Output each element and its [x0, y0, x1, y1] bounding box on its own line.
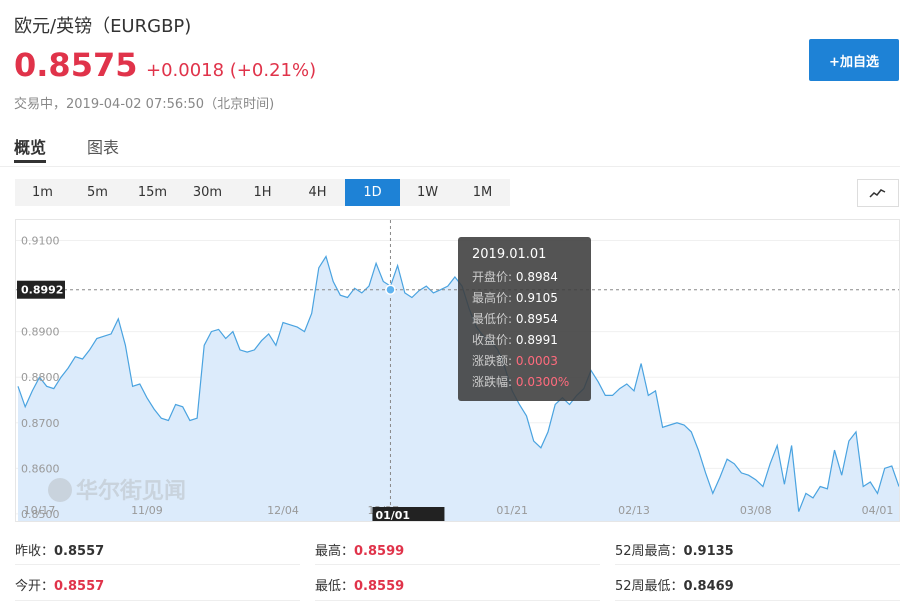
trading-status: 交易中，2019-04-02 07:56:50（北京时间): [14, 97, 275, 112]
tooltip-close-label: 收盘价:: [472, 333, 513, 347]
period-1h[interactable]: 1H: [235, 179, 290, 206]
stat-52wk-high: 52周最高：0.9135: [615, 540, 734, 559]
x-tick-label: 04/01: [862, 504, 894, 517]
crosshair-value-label: 0.8992: [21, 284, 63, 297]
divider: [315, 564, 600, 565]
tooltip-pct-label: 涨跌幅:: [472, 375, 513, 389]
period-selector: 1m 5m 15m 30m 1H 4H 1D 1W 1M: [15, 179, 510, 206]
period-5m[interactable]: 5m: [70, 179, 125, 206]
stat-open-value: 0.8557: [54, 579, 105, 594]
tooltip-date: 2019.01.01: [472, 247, 547, 262]
divider: [315, 600, 600, 601]
period-4h[interactable]: 4H: [290, 179, 345, 206]
period-15m[interactable]: 15m: [125, 179, 180, 206]
divider: [15, 600, 300, 601]
tab-bar: 概览 图表: [0, 128, 900, 167]
stat-52wk-high-label: 52周最高：: [615, 544, 684, 559]
period-1w[interactable]: 1W: [400, 179, 455, 206]
y-tick-label: 0.9100: [21, 235, 60, 248]
line-chart-icon: [869, 189, 886, 198]
tooltip-change-label: 涨跌额:: [472, 354, 513, 368]
stat-52wk-low-label: 52周最低：: [615, 579, 684, 594]
stat-prev-close-value: 0.8557: [54, 544, 105, 559]
current-price: 0.8575: [14, 46, 138, 84]
chart-type-button[interactable]: [857, 179, 899, 207]
period-1m[interactable]: 1m: [15, 179, 70, 206]
divider: [15, 564, 300, 565]
stat-52wk-low-value: 0.8469: [683, 579, 734, 594]
stat-52wk-low: 52周最低：0.8469: [615, 575, 734, 594]
tooltip-close: 0.8991: [515, 333, 558, 347]
stat-high-label: 最高：: [315, 544, 355, 559]
pair-title: 欧元/英镑（EURGBP): [14, 16, 192, 37]
stat-52wk-high-value: 0.9135: [683, 544, 734, 559]
stat-high-value: 0.8599: [354, 544, 405, 559]
crosshair-point: [385, 284, 396, 295]
divider: [615, 564, 900, 565]
tooltip-low-label: 最低价:: [472, 312, 513, 326]
tooltip-open: 0.8984: [515, 270, 558, 284]
stat-prev-close: 昨收：0.8557: [15, 540, 104, 559]
y-tick-label: 0.8600: [21, 462, 60, 475]
stat-open-label: 今开：: [15, 579, 55, 594]
stat-low: 最低：0.8559: [315, 575, 404, 594]
period-1mo[interactable]: 1M: [455, 179, 510, 206]
tab-overview[interactable]: 概览: [14, 134, 47, 163]
stat-prev-close-label: 昨收：: [15, 544, 55, 559]
stat-low-value: 0.8559: [354, 579, 405, 594]
y-tick-label: 0.8700: [21, 417, 60, 430]
period-30m[interactable]: 30m: [180, 179, 235, 206]
stat-low-label: 最低：: [315, 579, 355, 594]
x-tick-label: 03/08: [740, 504, 772, 517]
watermark-logo-icon: [48, 478, 72, 502]
tooltip-high: 0.9105: [515, 291, 558, 305]
tooltip-pct: 0.0300%: [515, 375, 570, 389]
divider: [615, 600, 900, 601]
tab-chart[interactable]: 图表: [87, 134, 119, 158]
add-watchlist-button[interactable]: +加自选: [809, 39, 899, 81]
tooltip-change: 0.0003: [515, 354, 558, 368]
period-1d[interactable]: 1D: [345, 179, 400, 206]
stat-high: 最高：0.8599: [315, 540, 404, 559]
price-change: +0.0018 (+0.21%): [146, 60, 317, 81]
watermark: 华尔街见闻: [76, 478, 186, 504]
stat-open: 今开：0.8557: [15, 575, 104, 594]
y-tick-label: 0.8900: [21, 326, 60, 339]
x-tick-label: 02/13: [618, 504, 650, 517]
x-tick-label: 12/04: [267, 504, 299, 517]
tooltip-open-label: 开盘价:: [472, 270, 513, 284]
y-tick-label: 0.8800: [21, 371, 60, 384]
ohlc-tooltip: 2019.01.01 开盘价: 0.8984 最高价: 0.9105 最低价: …: [458, 237, 591, 401]
tooltip-low: 0.8954: [515, 312, 558, 326]
x-tick-label: 01/21: [496, 504, 528, 517]
x-tick-label: 11/09: [131, 504, 163, 517]
tooltip-high-label: 最高价:: [472, 291, 513, 305]
crosshair-date-label: 01/01: [375, 509, 410, 522]
x-tick-label: 10/17: [24, 504, 56, 517]
